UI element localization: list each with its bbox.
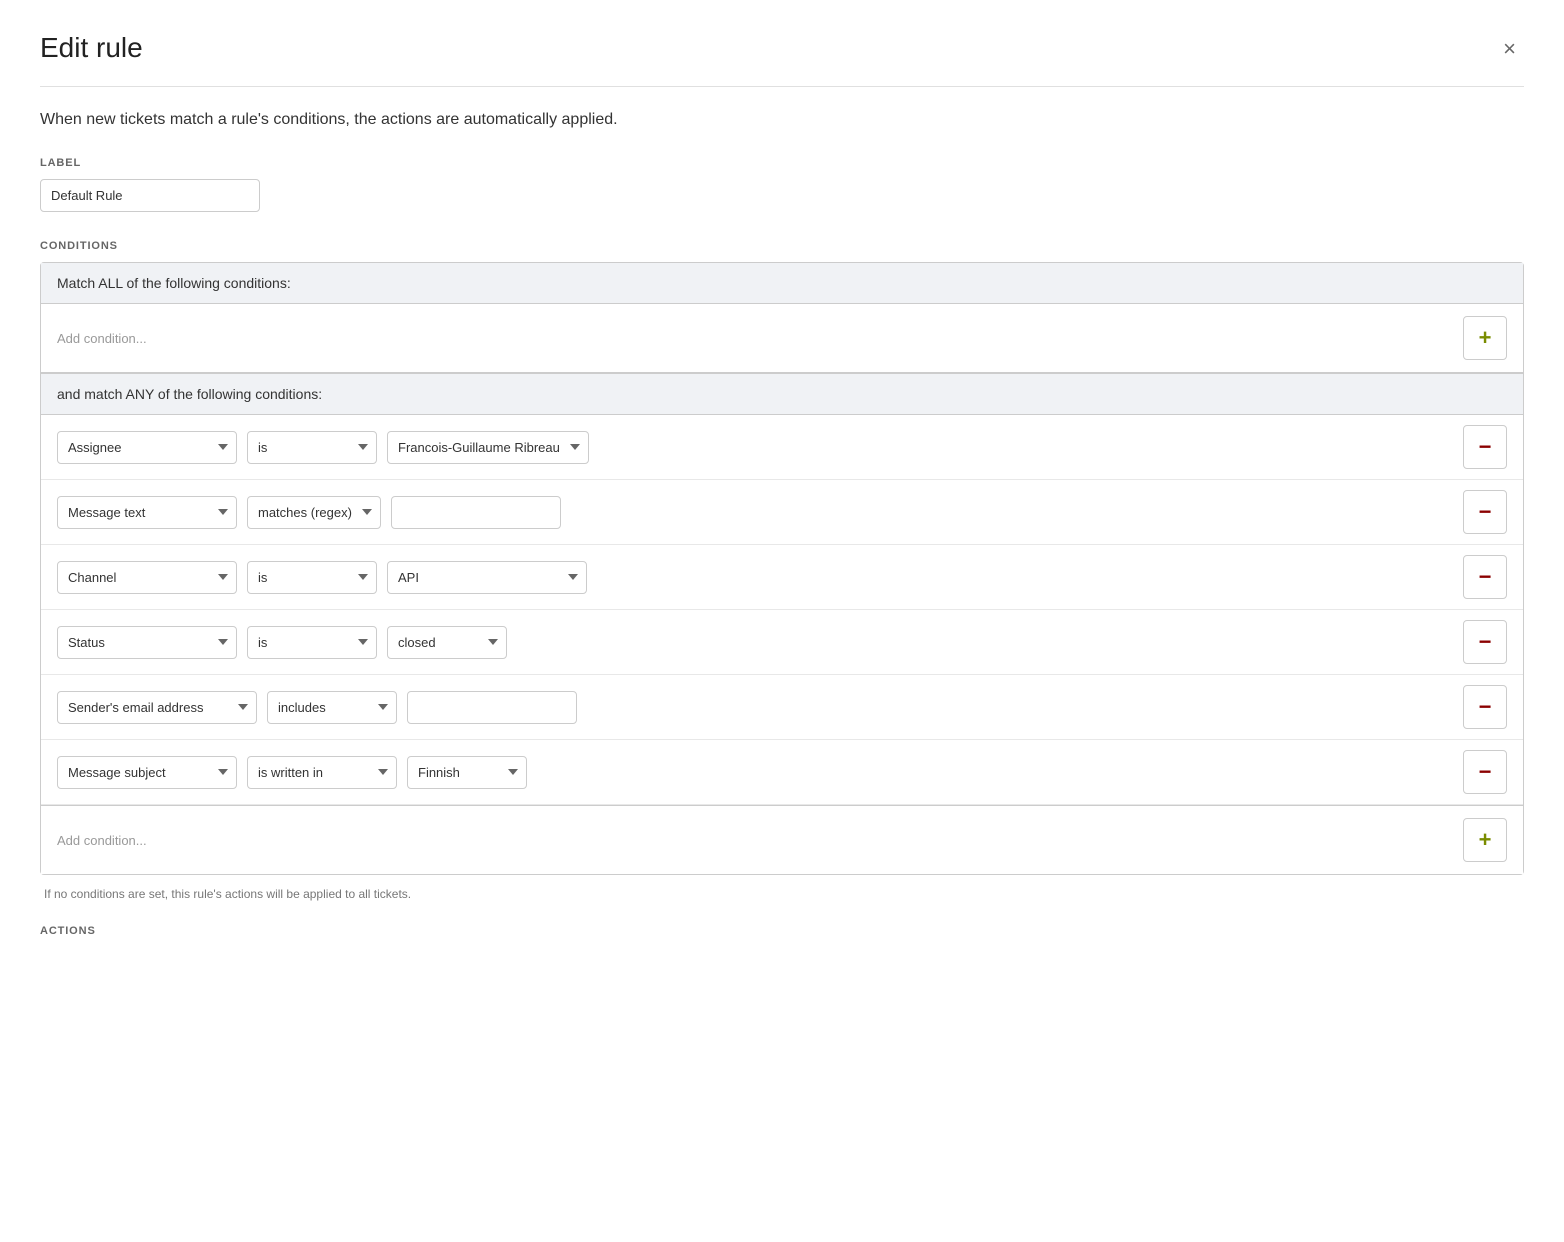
any-add-condition-row: Add condition... +: [41, 805, 1523, 874]
condition-4-field-select[interactable]: Status: [57, 626, 237, 659]
all-add-plus-button[interactable]: +: [1463, 316, 1507, 360]
condition-4-operator-select[interactable]: is: [247, 626, 377, 659]
all-add-condition-row: Add condition... +: [41, 304, 1523, 373]
condition-6-operator-select[interactable]: is written in: [247, 756, 397, 789]
condition-6-field-select[interactable]: Message subject: [57, 756, 237, 789]
condition-row-5-inner: Sender's email address includes: [57, 691, 1453, 724]
condition-4-value-select[interactable]: closed: [387, 626, 507, 659]
description-text: When new tickets match a rule's conditio…: [40, 111, 1524, 129]
condition-2-remove-button[interactable]: −: [1463, 490, 1507, 534]
condition-row-2: Message text matches (regex) −: [41, 480, 1523, 545]
condition-5-remove-button[interactable]: −: [1463, 685, 1507, 729]
condition-1-field-select[interactable]: Assignee: [57, 431, 237, 464]
condition-3-field-select[interactable]: Channel: [57, 561, 237, 594]
condition-row-6-inner: Message subject is written in Finnish: [57, 756, 1453, 789]
condition-1-value-select[interactable]: Francois-Guillaume Ribreau: [387, 431, 589, 464]
label-section-title: LABEL: [40, 157, 1524, 169]
all-group: Match ALL of the following conditions: A…: [41, 263, 1523, 374]
condition-row-3-inner: Channel is API: [57, 561, 1453, 594]
conditions-title: CONDITIONS: [40, 240, 1524, 252]
any-add-condition-link[interactable]: Add condition...: [57, 833, 147, 848]
condition-3-value-select[interactable]: API: [387, 561, 587, 594]
condition-2-operator-select[interactable]: matches (regex): [247, 496, 381, 529]
condition-4-remove-button[interactable]: −: [1463, 620, 1507, 664]
modal-header: Edit rule ×: [40, 32, 1524, 87]
condition-row-1-inner: Assignee is Francois-Guillaume Ribreau: [57, 431, 1453, 464]
condition-row-3: Channel is API −: [41, 545, 1523, 610]
label-input[interactable]: [40, 179, 260, 212]
all-group-header: Match ALL of the following conditions:: [41, 263, 1523, 304]
condition-5-operator-select[interactable]: includes: [267, 691, 397, 724]
conditions-outer-box: Match ALL of the following conditions: A…: [40, 262, 1524, 875]
condition-1-operator-select[interactable]: is: [247, 431, 377, 464]
conditions-section: CONDITIONS Match ALL of the following co…: [40, 240, 1524, 901]
all-add-condition-link[interactable]: Add condition...: [57, 331, 147, 346]
footer-note: If no conditions are set, this rule's ac…: [44, 887, 1524, 901]
modal-title: Edit rule: [40, 32, 143, 64]
modal: Edit rule × When new tickets match a rul…: [0, 0, 1564, 1242]
condition-6-remove-button[interactable]: −: [1463, 750, 1507, 794]
condition-row-6: Message subject is written in Finnish −: [41, 740, 1523, 805]
condition-5-value-input[interactable]: [407, 691, 577, 724]
actions-title: ACTIONS: [40, 925, 1524, 937]
close-button[interactable]: ×: [1495, 32, 1524, 66]
any-group-header: and match ANY of the following condition…: [41, 374, 1523, 415]
any-add-plus-button[interactable]: +: [1463, 818, 1507, 862]
condition-row-4-inner: Status is closed: [57, 626, 1453, 659]
condition-3-operator-select[interactable]: is: [247, 561, 377, 594]
condition-2-value-input[interactable]: [391, 496, 561, 529]
condition-row-2-inner: Message text matches (regex): [57, 496, 1453, 529]
condition-row-4: Status is closed −: [41, 610, 1523, 675]
condition-6-value-select[interactable]: Finnish: [407, 756, 527, 789]
condition-row-1: Assignee is Francois-Guillaume Ribreau −: [41, 415, 1523, 480]
condition-3-remove-button[interactable]: −: [1463, 555, 1507, 599]
condition-2-field-select[interactable]: Message text: [57, 496, 237, 529]
condition-1-remove-button[interactable]: −: [1463, 425, 1507, 469]
condition-5-field-select[interactable]: Sender's email address: [57, 691, 257, 724]
condition-row-5: Sender's email address includes −: [41, 675, 1523, 740]
